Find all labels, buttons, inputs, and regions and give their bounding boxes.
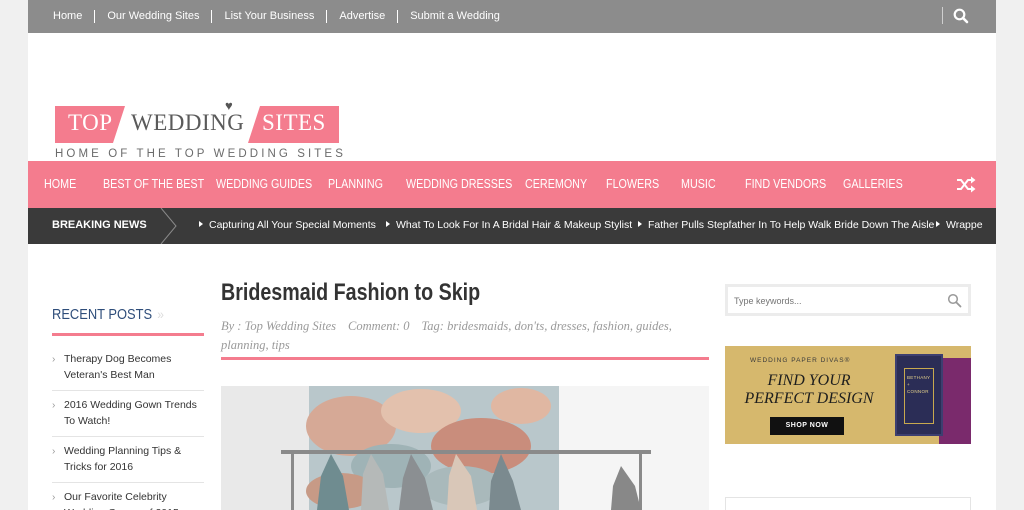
top-link-submit-a-wedding[interactable]: Submit a Wedding: [397, 10, 512, 23]
list-item[interactable]: ›Our Favorite Celebrity Wedding Gowns of…: [52, 483, 204, 510]
logo-word-sites: SITES: [262, 110, 326, 135]
logo-tagline: HOME OF THE TOP WEDDING SITES: [55, 148, 346, 160]
sidebar-widget: [725, 497, 971, 510]
ad-invitation-card: BETHANY + CONNOR: [895, 354, 943, 436]
chevron-right-icon: ›: [52, 354, 56, 365]
breaking-news-item[interactable]: Father Pulls Stepfather In To Help Walk …: [638, 219, 934, 231]
ad-banner[interactable]: WEDDING PAPER DIVAS® FIND YOUR PERFECT D…: [725, 346, 971, 444]
article-divider: [221, 357, 709, 360]
breaking-news-item[interactable]: Capturing All Your Special Moments: [199, 219, 376, 231]
site-logo[interactable]: ♥ TOP WEDDING SITES HOME OF THE TOP WEDD…: [55, 69, 343, 164]
chevron-right-icon: [160, 208, 177, 244]
search-icon[interactable]: [947, 293, 962, 308]
sidebar-search: [725, 284, 971, 316]
breaking-news-item[interactable]: Wrappe: [936, 219, 983, 231]
article-meta: By : Top Wedding Sites Comment: 0 Tag: bri…: [221, 317, 691, 355]
chevron-right-icon: ›: [52, 400, 56, 411]
top-link-our-wedding-sites[interactable]: Our Wedding Sites: [94, 10, 211, 23]
page: Home Our Wedding Sites List Your Busines…: [28, 0, 996, 510]
article-image: [221, 386, 709, 510]
nav-galleries[interactable]: GALLERIES: [843, 177, 903, 191]
list-item[interactable]: › Therapy Dog Becomes Veteran's Best Man: [52, 345, 204, 391]
top-bar: Home Our Wedding Sites List Your Busines…: [28, 0, 996, 33]
chevron-right-icon: ›: [52, 492, 56, 503]
recent-posts-list: › Therapy Dog Becomes Veteran's Best Man …: [52, 345, 204, 510]
nav-best-of-the-best[interactable]: BEST OF THE BEST: [103, 177, 204, 191]
main-nav: HOME BEST OF THE BEST WEDDING GUIDES PLA…: [28, 161, 996, 208]
shop-now-button[interactable]: SHOP NOW: [770, 417, 844, 435]
top-bar-divider: [942, 7, 943, 24]
site-header: ♥ TOP WEDDING SITES HOME OF THE TOP WEDD…: [28, 33, 996, 161]
list-item[interactable]: › 2016 Wedding Gown Trends To Watch!: [52, 391, 204, 437]
nav-ceremony[interactable]: CEREMONY: [525, 177, 587, 191]
breaking-news-item[interactable]: What To Look For In A Bridal Hair & Make…: [386, 219, 632, 231]
recent-posts-underline: [52, 333, 204, 336]
article-comments[interactable]: Comment: 0: [348, 319, 409, 333]
search-icon[interactable]: [952, 7, 970, 25]
search-input[interactable]: [734, 293, 934, 309]
nav-wedding-dresses[interactable]: WEDDING DRESSES: [406, 177, 512, 191]
top-link-advertise[interactable]: Advertise: [326, 10, 397, 23]
recent-posts-title: RECENT POSTS»: [52, 306, 164, 323]
nav-wedding-guides[interactable]: WEDDING GUIDES: [216, 177, 312, 191]
breaking-news-bar: BREAKING NEWS Capturing All Your Special…: [28, 208, 996, 244]
nav-music[interactable]: MUSIC: [681, 177, 716, 191]
nav-flowers[interactable]: FLOWERS: [606, 177, 659, 191]
nav-planning[interactable]: PLANNING: [328, 177, 383, 191]
top-link-home[interactable]: Home: [41, 10, 94, 23]
nav-find-vendors[interactable]: FIND VENDORS: [745, 177, 826, 191]
logo-word-top: TOP: [68, 110, 113, 135]
logo-word-wedding: WEDDING: [131, 110, 245, 135]
chevron-right-icon: ›: [52, 446, 56, 457]
list-item[interactable]: › Wedding Planning Tips & Tricks for 2016: [52, 437, 204, 483]
shuffle-icon[interactable]: [956, 176, 976, 193]
ad-brand: WEDDING PAPER DIVAS®: [750, 357, 851, 364]
article-author[interactable]: By : Top Wedding Sites: [221, 319, 336, 333]
article-title: Bridesmaid Fashion to Skip: [221, 279, 481, 306]
ad-card-backdrop: [939, 358, 971, 444]
double-chevron-icon: »: [157, 306, 164, 322]
nav-home[interactable]: HOME: [44, 177, 76, 191]
breaking-news-label: BREAKING NEWS: [52, 219, 147, 231]
top-nav: Home Our Wedding Sites List Your Busines…: [28, 10, 512, 23]
top-link-list-your-business[interactable]: List Your Business: [211, 10, 326, 23]
ad-headline: FIND YOUR PERFECT DESIGN: [744, 372, 874, 407]
